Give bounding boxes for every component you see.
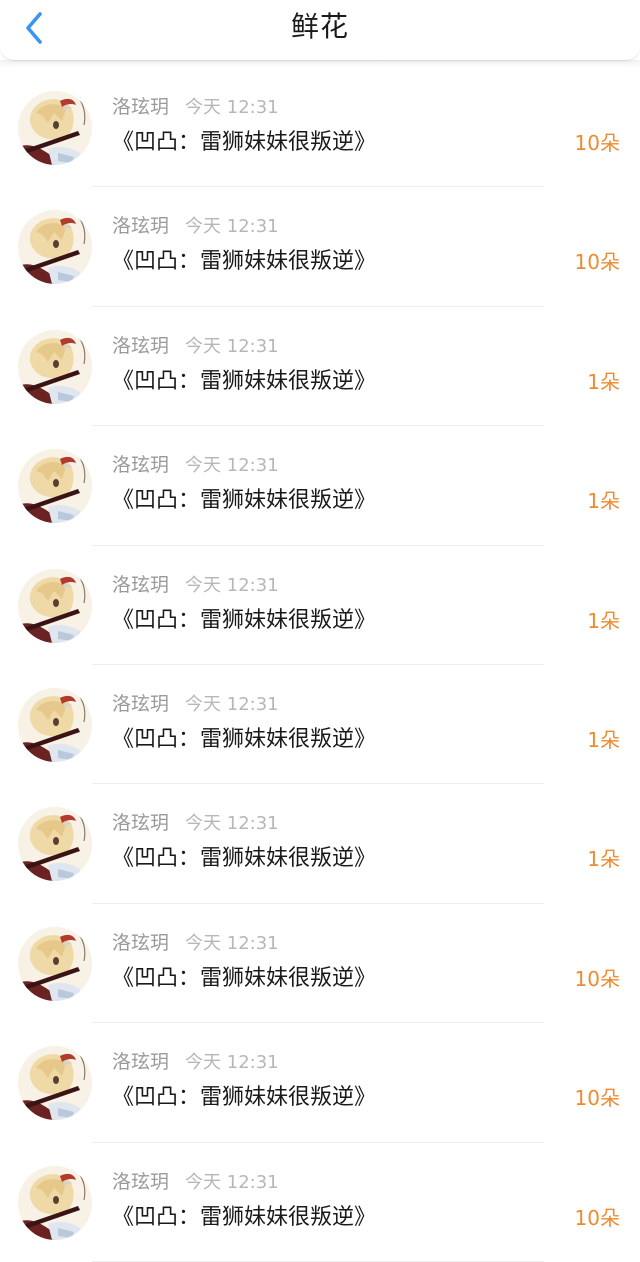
list-item[interactable]: 洛玹玥 今天 12:31 《凹凸：雷狮妹妹很叛逆》 10朵	[0, 904, 640, 1024]
meta-line: 洛玹玥 今天 12:31	[112, 333, 279, 360]
flower-gift-list: 洛玹玥 今天 12:31 《凹凸：雷狮妹妹很叛逆》 10朵 洛玹玥 今天 12:31	[0, 68, 640, 1262]
avatar[interactable]	[18, 807, 92, 882]
avatar[interactable]	[18, 91, 92, 165]
list-item[interactable]: 洛玹玥 今天 12:31 《凹凸：雷狮妹妹很叛逆》 10朵	[0, 187, 640, 307]
avatar-image	[18, 807, 92, 882]
meta-line: 洛玹玥 今天 12:31	[112, 930, 279, 957]
timestamp: 今天 12:31	[185, 693, 279, 715]
avatar-image	[18, 568, 92, 643]
flower-count: 10朵	[574, 1205, 620, 1230]
avatar[interactable]	[18, 210, 92, 285]
list-item[interactable]: 洛玹玥 今天 12:31 《凹凸：雷狮妹妹很叛逆》 1朵	[0, 665, 640, 785]
avatar-image	[18, 1046, 92, 1121]
meta-line: 洛玹玥 今天 12:31	[112, 213, 279, 240]
book-title[interactable]: 《凹凸：雷狮妹妹很叛逆》	[112, 844, 376, 874]
username[interactable]: 洛玹玥	[112, 335, 169, 357]
avatar[interactable]	[18, 329, 92, 404]
avatar[interactable]	[18, 1165, 92, 1240]
avatar-image	[18, 926, 92, 1001]
book-title[interactable]: 《凹凸：雷狮妹妹很叛逆》	[112, 247, 376, 277]
username[interactable]: 洛玹玥	[112, 96, 169, 118]
avatar-image	[18, 449, 92, 524]
timestamp: 今天 12:31	[185, 932, 279, 954]
avatar[interactable]	[18, 568, 92, 643]
flower-count: 10朵	[574, 250, 620, 275]
flower-count: 10朵	[574, 1086, 620, 1111]
avatar-image	[18, 329, 92, 404]
avatar[interactable]	[18, 1046, 92, 1121]
avatar[interactable]	[18, 449, 92, 524]
username[interactable]: 洛玹玥	[112, 693, 169, 715]
list-item[interactable]: 洛玹玥 今天 12:31 《凹凸：雷狮妹妹很叛逆》 10朵	[0, 1143, 640, 1262]
meta-line: 洛玹玥 今天 12:31	[112, 572, 279, 599]
book-title[interactable]: 《凹凸：雷狮妹妹很叛逆》	[112, 964, 376, 994]
timestamp: 今天 12:31	[185, 97, 279, 118]
timestamp: 今天 12:31	[185, 574, 279, 596]
flower-count: 10朵	[574, 966, 620, 991]
flower-count: 1朵	[587, 489, 620, 514]
username[interactable]: 洛玹玥	[112, 215, 169, 237]
username[interactable]: 洛玹玥	[112, 574, 169, 596]
avatar-image	[18, 210, 92, 285]
header-shadow	[0, 60, 640, 68]
list-item[interactable]: 洛玹玥 今天 12:31 《凹凸：雷狮妹妹很叛逆》 10朵	[0, 68, 640, 188]
meta-line: 洛玹玥 今天 12:31	[112, 1169, 279, 1196]
meta-line: 洛玹玥 今天 12:31	[112, 810, 279, 837]
flower-count: 1朵	[587, 608, 620, 633]
top-bar: 鲜花	[0, 0, 640, 60]
avatar[interactable]	[18, 926, 92, 1001]
meta-line: 洛玹玥 今天 12:31	[112, 94, 279, 121]
timestamp: 今天 12:31	[185, 216, 279, 238]
book-title[interactable]: 《凹凸：雷狮妹妹很叛逆》	[112, 486, 376, 516]
timestamp: 今天 12:31	[185, 813, 279, 835]
book-title[interactable]: 《凹凸：雷狮妹妹很叛逆》	[112, 725, 376, 755]
meta-line: 洛玹玥 今天 12:31	[112, 691, 279, 718]
timestamp: 今天 12:31	[185, 455, 279, 477]
avatar-image	[18, 687, 92, 762]
list-item[interactable]: 洛玹玥 今天 12:31 《凹凸：雷狮妹妹很叛逆》 1朵	[0, 426, 640, 546]
book-title[interactable]: 《凹凸：雷狮妹妹很叛逆》	[112, 1203, 376, 1233]
book-title[interactable]: 《凹凸：雷狮妹妹很叛逆》	[112, 1083, 376, 1113]
flower-count: 10朵	[574, 131, 620, 155]
avatar[interactable]	[18, 687, 92, 762]
username[interactable]: 洛玹玥	[112, 932, 169, 954]
page-title: 鲜花	[290, 10, 349, 43]
meta-line: 洛玹玥 今天 12:31	[112, 452, 279, 479]
flower-count: 1朵	[587, 847, 620, 872]
avatar-image	[18, 91, 92, 165]
list-item[interactable]: 洛玹玥 今天 12:31 《凹凸：雷狮妹妹很叛逆》 1朵	[0, 546, 640, 665]
username[interactable]: 洛玹玥	[112, 812, 169, 834]
avatar-image	[18, 1165, 92, 1240]
username[interactable]: 洛玹玥	[112, 454, 169, 476]
flower-count: 1朵	[587, 727, 620, 752]
username[interactable]: 洛玹玥	[112, 1051, 169, 1073]
timestamp: 今天 12:31	[185, 335, 279, 357]
flower-count: 1朵	[587, 369, 620, 394]
book-title[interactable]: 《凹凸：雷狮妹妹很叛逆》	[112, 367, 376, 397]
list-item[interactable]: 洛玹玥 今天 12:31 《凹凸：雷狮妹妹很叛逆》 10朵	[0, 1023, 640, 1143]
meta-line: 洛玹玥 今天 12:31	[112, 1049, 279, 1076]
list-item[interactable]: 洛玹玥 今天 12:31 《凹凸：雷狮妹妹很叛逆》 1朵	[0, 307, 640, 427]
list-item[interactable]: 洛玹玥 今天 12:31 《凹凸：雷狮妹妹很叛逆》 1朵	[0, 784, 640, 904]
book-title[interactable]: 《凹凸：雷狮妹妹很叛逆》	[112, 606, 376, 636]
book-title[interactable]: 《凹凸：雷狮妹妹很叛逆》	[112, 128, 376, 158]
timestamp: 今天 12:31	[185, 1171, 279, 1193]
username[interactable]: 洛玹玥	[112, 1171, 169, 1193]
timestamp: 今天 12:31	[185, 1052, 279, 1074]
